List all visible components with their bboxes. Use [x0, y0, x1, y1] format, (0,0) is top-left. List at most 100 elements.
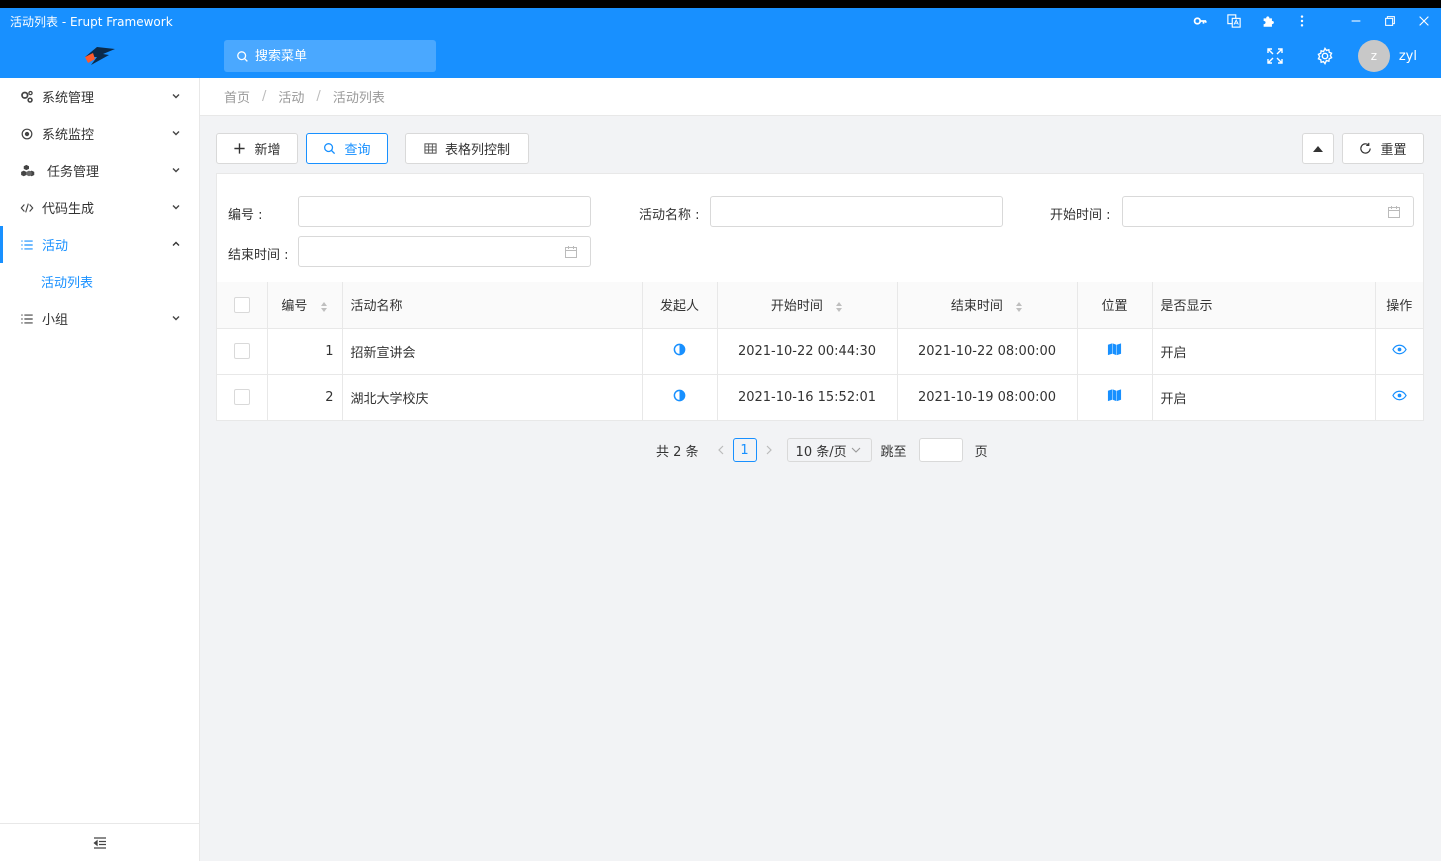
end-time-picker[interactable] — [298, 236, 591, 267]
eye-icon[interactable] — [1391, 390, 1407, 401]
start-time-picker[interactable] — [1122, 196, 1414, 227]
cubes-icon — [20, 164, 38, 178]
name-label: 活动名称 : — [639, 208, 700, 223]
eye-icon[interactable] — [1391, 344, 1407, 355]
puzzle-icon[interactable] — [1251, 8, 1285, 34]
user-menu[interactable]: z zyl — [1350, 40, 1441, 72]
contrast-icon[interactable] — [673, 389, 686, 402]
page-size-select[interactable]: 10 条/页 — [786, 438, 872, 462]
restore-icon[interactable] — [1373, 8, 1407, 34]
settings-button[interactable] — [1300, 34, 1350, 78]
row-end-time: 2021-10-22 08:00:00 — [897, 328, 1078, 375]
calendar-icon — [565, 246, 577, 258]
collapse-search-button[interactable] — [1302, 133, 1334, 164]
fullscreen-icon — [1267, 48, 1283, 64]
gear-icon — [1317, 47, 1333, 65]
map-icon[interactable] — [1107, 342, 1122, 356]
sidebar-item-system-management[interactable]: 系统管理 — [0, 78, 199, 115]
sidebar-item-group[interactable]: 小组 — [0, 300, 199, 337]
toolbar: 新增 查询 表格列控制 重置 — [216, 133, 1424, 165]
chevron-down-icon — [851, 447, 860, 453]
map-icon[interactable] — [1107, 388, 1122, 402]
more-vertical-icon[interactable] — [1285, 8, 1319, 34]
col-header-start-time[interactable]: 开始时间 — [717, 282, 898, 329]
sidebar-item-task-management[interactable]: 任务管理 — [0, 152, 199, 189]
menu-fold-icon — [92, 836, 106, 849]
select-all-cell — [217, 282, 268, 329]
col-header-id[interactable]: 编号 — [267, 282, 343, 329]
row-name: 招新宣讲会 — [342, 328, 643, 375]
contrast-icon[interactable] — [673, 343, 686, 356]
chevron-down-icon — [172, 131, 180, 136]
chevron-down-icon — [172, 316, 180, 321]
reload-icon — [1360, 142, 1372, 154]
collapse-sidebar-button[interactable] — [0, 823, 199, 861]
cogs-icon — [20, 90, 34, 104]
name-input[interactable] — [710, 196, 1003, 227]
column-control-button[interactable]: 表格列控制 — [405, 133, 529, 164]
close-icon[interactable] — [1407, 8, 1441, 34]
page-1-button[interactable]: 1 — [732, 438, 757, 462]
jump-page-input[interactable] — [918, 438, 963, 462]
sidebar-item-code-generation[interactable]: 代码生成 — [0, 189, 199, 226]
sidebar: 系统管理 系统监控 任务管理 代码生成 活动 活动列表 小组 — [0, 78, 200, 861]
search-input[interactable] — [255, 48, 425, 64]
sort-icon[interactable] — [835, 301, 843, 313]
sort-icon[interactable] — [320, 301, 328, 313]
activity-table: 编号 活动名称 发起人 开始时间 结束时间 位置 是否显示 操作 1 招新宣讲会… — [217, 282, 1423, 421]
select-all-checkbox[interactable] — [233, 296, 250, 313]
col-header-initiator: 发起人 — [642, 282, 718, 329]
id-input[interactable] — [298, 196, 591, 227]
chevron-down-icon — [172, 168, 180, 173]
add-button[interactable]: 新增 — [216, 133, 298, 164]
col-header-actions: 操作 — [1375, 282, 1423, 329]
fullscreen-button[interactable] — [1250, 34, 1300, 78]
row-checkbox[interactable] — [233, 389, 250, 405]
chevron-down-icon — [172, 205, 180, 210]
row-name: 湖北大学校庆 — [342, 374, 643, 421]
list-icon — [20, 238, 34, 252]
plus-icon — [234, 143, 246, 154]
jump-label: 跳至 — [880, 444, 907, 460]
menu-search[interactable] — [224, 40, 436, 72]
prev-page-button[interactable] — [709, 438, 733, 462]
code-icon — [20, 201, 34, 215]
avatar: z — [1357, 40, 1390, 72]
minimize-icon[interactable] — [1339, 8, 1373, 34]
table-row: 1 招新宣讲会 2021-10-22 00:44:30 2021-10-22 0… — [217, 328, 1423, 375]
col-header-show: 是否显示 — [1152, 282, 1376, 329]
pagination-total: 共 2 条 — [656, 444, 699, 460]
sidebar-item-activity-list[interactable]: 活动列表 — [0, 263, 199, 300]
calendar-icon — [1388, 206, 1400, 218]
sidebar-item-activity[interactable]: 活动 — [0, 226, 199, 300]
breadcrumb-current: 活动列表 — [332, 91, 385, 106]
target-icon — [20, 127, 34, 141]
search-icon — [237, 50, 248, 62]
query-button[interactable]: 查询 — [306, 133, 388, 164]
next-page-button[interactable] — [757, 438, 781, 462]
col-header-name: 活动名称 — [342, 282, 643, 329]
app-header: z zyl — [0, 34, 1441, 78]
erupt-logo-icon — [85, 47, 115, 65]
row-start-time: 2021-10-16 15:52:01 — [717, 374, 898, 421]
logo[interactable] — [0, 34, 200, 78]
end-time-label: 结束时间 : — [228, 248, 289, 263]
row-show: 开启 — [1152, 328, 1376, 375]
start-time-label: 开始时间 : — [1050, 208, 1111, 223]
translate-icon[interactable] — [1217, 8, 1251, 34]
col-header-end-time[interactable]: 结束时间 — [897, 282, 1078, 329]
table-icon — [424, 143, 437, 154]
sort-icon[interactable] — [1015, 301, 1023, 313]
reset-button[interactable]: 重置 — [1342, 133, 1424, 164]
breadcrumb-parent[interactable]: 活动 — [278, 87, 304, 106]
username: zyl — [1398, 48, 1417, 64]
search-icon — [324, 143, 336, 155]
breadcrumb-home[interactable]: 首页 — [224, 87, 250, 106]
table-row: 2 湖北大学校庆 2021-10-16 15:52:01 2021-10-19 … — [217, 374, 1423, 421]
row-checkbox[interactable] — [233, 343, 250, 359]
row-id: 1 — [267, 328, 343, 375]
sidebar-item-system-monitor[interactable]: 系统监控 — [0, 115, 199, 152]
key-icon[interactable] — [1183, 8, 1217, 34]
chevron-down-icon — [172, 94, 180, 99]
app-window: 活动列表 - Erupt Framework 搜索菜单 z zyl 系统管理 系… — [0, 8, 1441, 861]
